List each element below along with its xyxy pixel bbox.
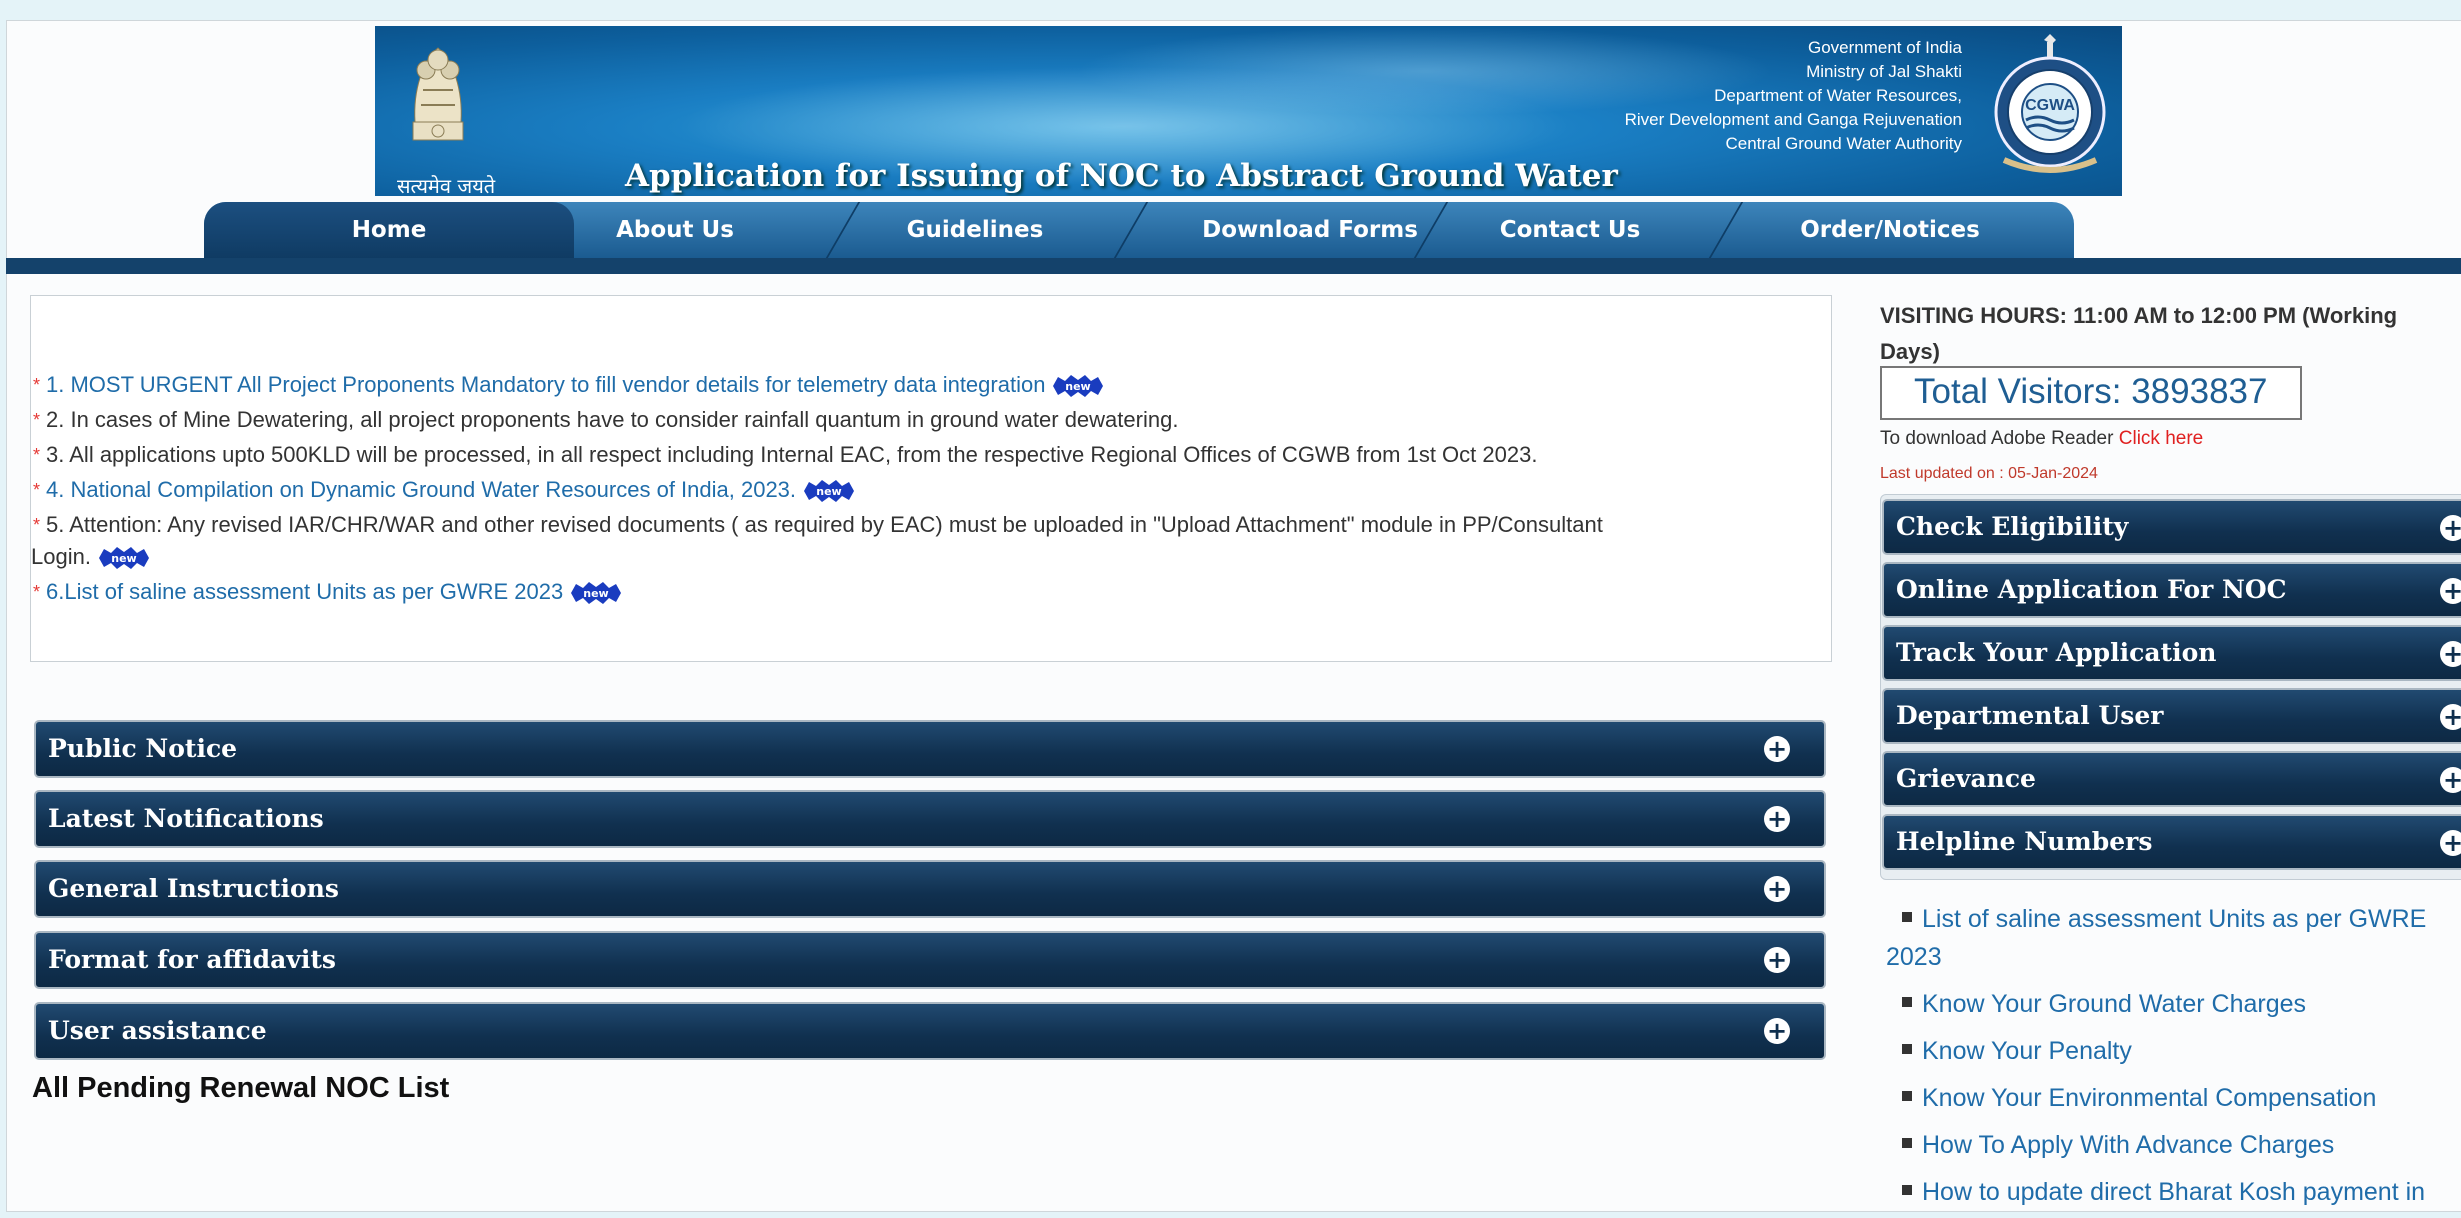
nav-download-forms[interactable]: Download Forms (1180, 202, 1440, 258)
nav-guidelines[interactable]: Guidelines (880, 202, 1070, 258)
quick-link-advance-charges[interactable]: How To Apply With Advance Charges (1902, 1131, 2334, 1160)
accordion-format-for-affidavits[interactable]: Format for affidavits + (34, 931, 1826, 989)
notice-link[interactable]: 4. National Compilation on Dynamic Groun… (46, 477, 796, 502)
visitor-counter: Total Visitors: 3893837 (1880, 366, 2302, 420)
side-departmental-user[interactable]: Departmental User + (1882, 688, 2461, 744)
expand-plus-icon[interactable]: + (2440, 641, 2461, 667)
notice-board: * 1. MOST URGENT All Project Proponents M… (30, 295, 1832, 662)
notice-item: * 6.List of saline assessment Units as pe… (33, 578, 622, 606)
svg-text:new: new (111, 552, 136, 565)
adobe-download: To download Adobe Reader Click here (1880, 428, 2203, 450)
side-helpline-numbers[interactable]: Helpline Numbers + (1882, 814, 2461, 870)
visiting-hours: VISITING HOURS: 11:00 AM to 12:00 PM (Wo… (1880, 303, 2398, 364)
gov-line: Ministry of Jal Shakti (1806, 62, 1962, 81)
logo-text: CGWA (2025, 97, 2075, 114)
side-accordion-label: Departmental User (1896, 701, 2164, 730)
main-nav: Home About Us Guidelines Download Forms … (0, 196, 2461, 274)
last-updated: Last updated on : 05-Jan-2024 (1880, 465, 2098, 482)
expand-plus-icon[interactable]: + (1764, 947, 1790, 973)
new-badge-icon: new (98, 547, 149, 570)
pending-renewal-title: All Pending Renewal NOC List (32, 1072, 450, 1104)
gov-line: Central Ground Water Authority (1725, 134, 1962, 153)
side-accordion-label: Check Eligibility (1896, 512, 2129, 541)
accordion-label: Latest Notifications (48, 804, 324, 833)
quick-link-bharat-kosh[interactable]: How to update direct Bharat Kosh payment… (1902, 1178, 2425, 1207)
notice-text: Login. (31, 544, 91, 569)
side-accordion-label: Helpline Numbers (1896, 827, 2153, 856)
adobe-text: To download Adobe Reader (1880, 428, 2114, 449)
quick-link-penalty[interactable]: Know Your Penalty (1902, 1037, 2132, 1066)
notice-item: * 4. National Compilation on Dynamic Grou… (33, 476, 855, 504)
expand-plus-icon[interactable]: + (2440, 830, 2461, 856)
accordion-label: Format for affidavits (48, 945, 336, 974)
header-banner: सत्यमेव जयते Application for Issuing of … (375, 26, 2122, 196)
nav-order-notices[interactable]: Order/Notices (1770, 202, 2010, 258)
notice-text: 5. Attention: Any revised IAR/CHR/WAR an… (46, 512, 1603, 537)
expand-plus-icon[interactable]: + (2440, 767, 2461, 793)
expand-plus-icon[interactable]: + (1764, 1018, 1790, 1044)
expand-plus-icon[interactable]: + (1764, 876, 1790, 902)
page-title: Application for Issuing of NOC to Abstra… (625, 158, 1618, 194)
bullet-icon (1902, 1138, 1912, 1149)
bullet-icon (1902, 997, 1912, 1008)
quick-link-environmental-compensation[interactable]: Know Your Environmental Compensation (1902, 1084, 2376, 1113)
accordion-label: User assistance (48, 1016, 267, 1045)
side-accordion-label: Track Your Application (1896, 638, 2217, 667)
accordion-label: General Instructions (48, 874, 339, 903)
side-online-application[interactable]: Online Application For NOC + (1882, 562, 2461, 618)
side-track-application[interactable]: Track Your Application + (1882, 625, 2461, 681)
side-accordion-label: Online Application For NOC (1896, 575, 2287, 604)
side-accordion-label: Grievance (1896, 764, 2036, 793)
bullet-icon (1902, 912, 1912, 923)
expand-plus-icon[interactable]: + (2440, 515, 2461, 541)
total-visitors: Total Visitors: 3893837 (1914, 372, 2268, 411)
side-grievance[interactable]: Grievance + (1882, 751, 2461, 807)
accordion-public-notice[interactable]: Public Notice + (34, 720, 1826, 778)
svg-text:new: new (584, 587, 609, 600)
svg-text:new: new (816, 485, 841, 498)
nav-contact-us[interactable]: Contact Us (1470, 202, 1670, 258)
notice-text: 3. All applications upto 500KLD will be … (46, 442, 1538, 467)
quick-link-ground-water-charges[interactable]: Know Your Ground Water Charges (1902, 990, 2306, 1019)
notice-link[interactable]: 1. MOST URGENT All Project Proponents Ma… (46, 372, 1045, 397)
notice-item-continued: Login. new (31, 543, 149, 571)
expand-plus-icon[interactable]: + (1764, 736, 1790, 762)
emblem-caption: सत्यमेव जयते (397, 174, 496, 196)
bullet-icon (1902, 1185, 1912, 1196)
national-emblem-icon (412, 47, 464, 141)
gov-line: Government of India (1807, 38, 1962, 57)
side-check-eligibility[interactable]: Check Eligibility + (1882, 499, 2461, 555)
quick-link-saline-units-cont[interactable]: 2023 (1886, 943, 1942, 972)
cgwa-logo: CGWA (1994, 34, 2106, 173)
quick-link-saline-units[interactable]: List of saline assessment Units as per G… (1902, 905, 2426, 934)
bullet-icon (1902, 1091, 1912, 1102)
accordion-user-assistance[interactable]: User assistance + (34, 1002, 1826, 1060)
expand-plus-icon[interactable]: + (2440, 578, 2461, 604)
gov-line: River Development and Ganga Rejuvenation (1624, 110, 1962, 129)
expand-plus-icon[interactable]: + (2440, 704, 2461, 730)
nav-home[interactable]: Home (204, 202, 574, 258)
gov-line: Department of Water Resources, (1714, 86, 1962, 105)
accordion-general-instructions[interactable]: General Instructions + (34, 860, 1826, 918)
expand-plus-icon[interactable]: + (1764, 806, 1790, 832)
government-info: Government of India Ministry of Jal Shak… (1625, 36, 1962, 156)
accordion-latest-notifications[interactable]: Latest Notifications + (34, 790, 1826, 848)
notice-link[interactable]: 6.List of saline assessment Units as per… (46, 579, 563, 604)
notice-item: * 5. Attention: Any revised IAR/CHR/WAR a… (33, 512, 1603, 537)
new-badge-icon: new (1053, 375, 1104, 398)
notice-text: 2. In cases of Mine Dewatering, all proj… (46, 407, 1179, 432)
new-badge-icon: new (804, 480, 855, 503)
svg-text:new: new (1066, 380, 1091, 393)
notice-item: * 3. All applications upto 500KLD will be… (33, 442, 1538, 467)
new-badge-icon: new (571, 582, 622, 605)
accordion-label: Public Notice (48, 734, 238, 763)
adobe-download-link[interactable]: Click here (2119, 428, 2203, 449)
bullet-icon (1902, 1044, 1912, 1055)
nav-about-us[interactable]: About Us (580, 202, 770, 258)
notice-item: * 1. MOST URGENT All Project Proponents M… (33, 371, 1104, 399)
notice-item: * 2. In cases of Mine Dewatering, all pro… (33, 407, 1179, 432)
